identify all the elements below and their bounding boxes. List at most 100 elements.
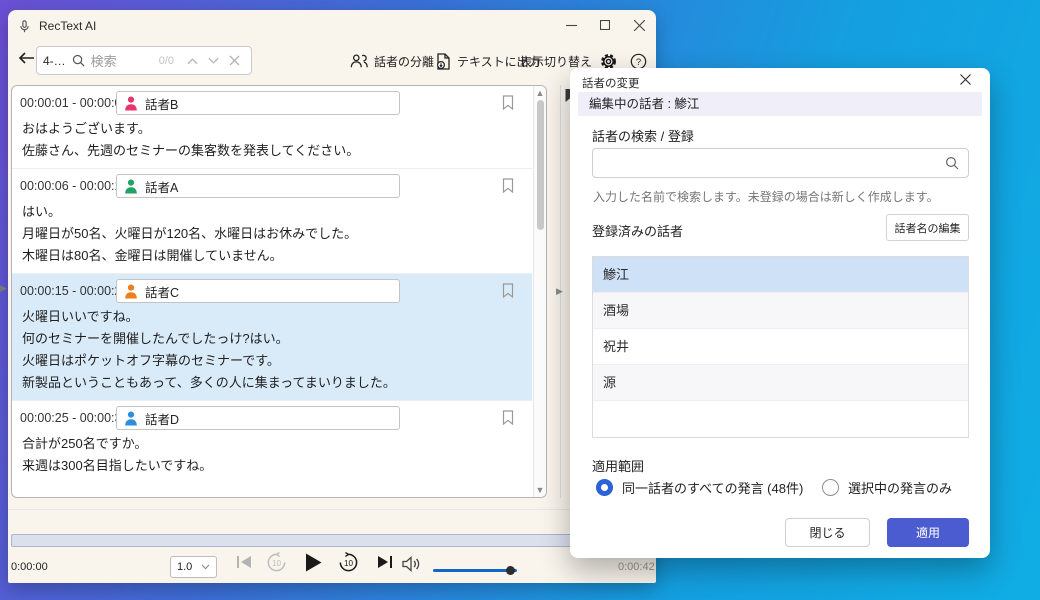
scroll-down-icon[interactable]: ▼ xyxy=(534,484,546,496)
speaker-list-item[interactable]: 源 xyxy=(593,365,968,401)
skip-to-start-button[interactable] xyxy=(236,554,253,570)
person-icon xyxy=(124,284,138,299)
scroll-up-icon[interactable]: ▲ xyxy=(534,87,546,99)
speaker-name: 話者A xyxy=(145,177,178,196)
clear-search-icon[interactable] xyxy=(229,55,240,66)
utterance-line: おはようございます。 xyxy=(12,118,532,140)
speaker-list-item-selected[interactable]: 鯵江 xyxy=(593,257,968,293)
apply-button[interactable]: 適用 xyxy=(887,518,969,547)
separate-speakers-button[interactable]: 話者の分離 xyxy=(350,48,434,74)
bookmark-icon[interactable] xyxy=(502,95,514,110)
divider xyxy=(8,509,656,510)
panel-expand-handle[interactable]: ▶ xyxy=(556,286,563,297)
radio-unselected-icon[interactable] xyxy=(822,479,839,496)
utterance-line: 木曜日は80名、金曜日は開催していません。 xyxy=(12,245,532,267)
dialog-title: 話者の変更 xyxy=(582,75,640,91)
speaker-chip[interactable]: 話者D xyxy=(116,406,400,430)
scope-all-option[interactable]: 同一話者のすべての発言 (48件) xyxy=(596,478,803,497)
radio-selected-icon[interactable] xyxy=(596,479,613,496)
bookmark-icon[interactable] xyxy=(502,178,514,193)
utterance-block[interactable]: 00:00:06 - 00:00:14 話者A はい。 月曜日が50名、火曜日が… xyxy=(12,168,532,273)
play-button[interactable] xyxy=(305,553,322,572)
speaker-name: 話者D xyxy=(145,409,179,428)
utterance-time-range: 00:00:01 - 00:00:06 xyxy=(20,96,116,110)
change-speaker-dialog: 話者の変更 編集中の話者 : 鯵江 話者の検索 / 登録 入力した名前で検索しま… xyxy=(570,68,990,558)
playback-speed-select[interactable]: 1.0 xyxy=(170,556,217,578)
svg-text:?: ? xyxy=(636,56,641,67)
speaker-name: 話者C xyxy=(145,282,179,301)
scope-all-label: 同一話者のすべての発言 (48件) xyxy=(622,478,803,497)
utterance-time-range: 00:00:25 - 00:00:30 xyxy=(20,411,116,425)
scope-options: 同一話者のすべての発言 (48件) 選択中の発言のみ xyxy=(596,478,970,498)
search-icon xyxy=(945,156,959,170)
scope-selected-option[interactable]: 選択中の発言のみ xyxy=(822,478,952,497)
toolbar: 4-… 検索 0/0 話者の分離 テキストに出力 表示切り替え ? xyxy=(8,46,656,76)
view-toggle-label: 表示切り替え xyxy=(520,53,592,70)
search-box[interactable]: 4-… 検索 0/0 xyxy=(36,46,252,75)
speaker-chip[interactable]: 話者B xyxy=(116,91,400,115)
transcript-panel: 00:00:01 - 00:00:06 話者B おはようございます。 佐藤さん、… xyxy=(11,85,547,498)
next-match-icon[interactable] xyxy=(208,57,219,65)
person-icon xyxy=(124,179,138,194)
close-button[interactable] xyxy=(622,10,656,40)
close-dialog-button[interactable]: 閉じる xyxy=(785,518,870,547)
volume-track xyxy=(433,569,517,572)
utterance-block-selected[interactable]: 00:00:15 - 00:00:24 話者C 火曜日いいですね。 何のセミナー… xyxy=(12,273,532,400)
speaker-chip[interactable]: 話者C xyxy=(116,279,400,303)
help-icon: ? xyxy=(630,53,647,70)
rewind-10-button[interactable]: 10 xyxy=(266,552,287,573)
previous-match-icon[interactable] xyxy=(187,57,198,65)
transcript-scrollbar[interactable]: ▲ ▼ xyxy=(533,86,546,497)
utterance-line: 新製品ということもあって、多くの人に集まってまいりました。 xyxy=(12,372,532,394)
utterance-line: 来週は300名目指したいですね。 xyxy=(12,455,532,477)
gear-icon xyxy=(600,53,617,70)
registered-speakers-list: 鯵江 酒場 祝井 源 xyxy=(592,256,969,438)
end-time: 0:00:42 xyxy=(618,561,655,573)
search-icon xyxy=(72,54,85,67)
title-bar: RecText AI xyxy=(8,10,656,42)
document-title-truncated: 4-… xyxy=(43,54,66,68)
utterance-block[interactable]: 00:00:25 - 00:00:30 話者D 合計が250名ですか。 来週は3… xyxy=(12,400,532,483)
document-export-icon xyxy=(436,53,451,70)
speaker-search-input[interactable] xyxy=(592,148,969,178)
speaker-chip[interactable]: 話者A xyxy=(116,174,400,198)
registered-speakers-label: 登録済みの話者 xyxy=(592,221,683,240)
scope-label: 適用範囲 xyxy=(592,456,644,475)
volume-slider[interactable] xyxy=(433,566,519,575)
utterance-line: 佐藤さん、先週のセミナーの集客数を発表してください。 xyxy=(12,140,532,162)
two-persons-icon xyxy=(350,53,368,69)
maximize-button[interactable] xyxy=(588,10,622,40)
chevron-down-icon xyxy=(201,564,210,570)
bookmark-icon[interactable] xyxy=(502,410,514,425)
scope-selected-label: 選択中の発言のみ xyxy=(848,478,952,497)
dialog-close-icon[interactable] xyxy=(960,74,978,92)
svg-text:10: 10 xyxy=(272,559,282,568)
skip-to-end-button[interactable] xyxy=(376,554,393,570)
main-window: RecText AI 4-… 検索 0/0 xyxy=(8,10,656,583)
current-time: 0:00:00 xyxy=(11,561,48,573)
volume-knob[interactable] xyxy=(506,566,515,575)
edit-speaker-names-button[interactable]: 話者名の編集 xyxy=(886,214,969,241)
sidebar-expand-handle[interactable]: ▶ xyxy=(0,283,7,294)
svg-text:10: 10 xyxy=(344,559,354,568)
person-icon xyxy=(124,96,138,111)
speaker-list-item[interactable]: 祝井 xyxy=(593,329,968,365)
person-icon xyxy=(124,411,138,426)
volume-icon[interactable] xyxy=(402,556,421,572)
window-title: RecText AI xyxy=(39,19,96,33)
speaker-list-item[interactable]: 酒場 xyxy=(593,293,968,329)
speed-value: 1.0 xyxy=(177,561,192,573)
editing-speaker-banner: 編集中の話者 : 鯵江 xyxy=(578,92,982,116)
speaker-name: 話者B xyxy=(145,94,178,113)
separate-speakers-label: 話者の分離 xyxy=(374,53,434,70)
seek-timeline[interactable] xyxy=(11,534,653,547)
utterance-line: 火曜日はポケットオフ字幕のセミナーです。 xyxy=(12,350,532,372)
scrollbar-thumb[interactable] xyxy=(537,100,544,230)
back-button[interactable] xyxy=(18,50,36,66)
utterance-block[interactable]: 00:00:01 - 00:00:06 話者B おはようございます。 佐藤さん、… xyxy=(12,86,532,168)
bookmark-icon[interactable] xyxy=(502,283,514,298)
minimize-button[interactable] xyxy=(554,10,588,40)
forward-10-button[interactable]: 10 xyxy=(338,552,359,573)
microphone-icon xyxy=(18,20,31,33)
utterance-time-range: 00:00:15 - 00:00:24 xyxy=(20,284,116,298)
